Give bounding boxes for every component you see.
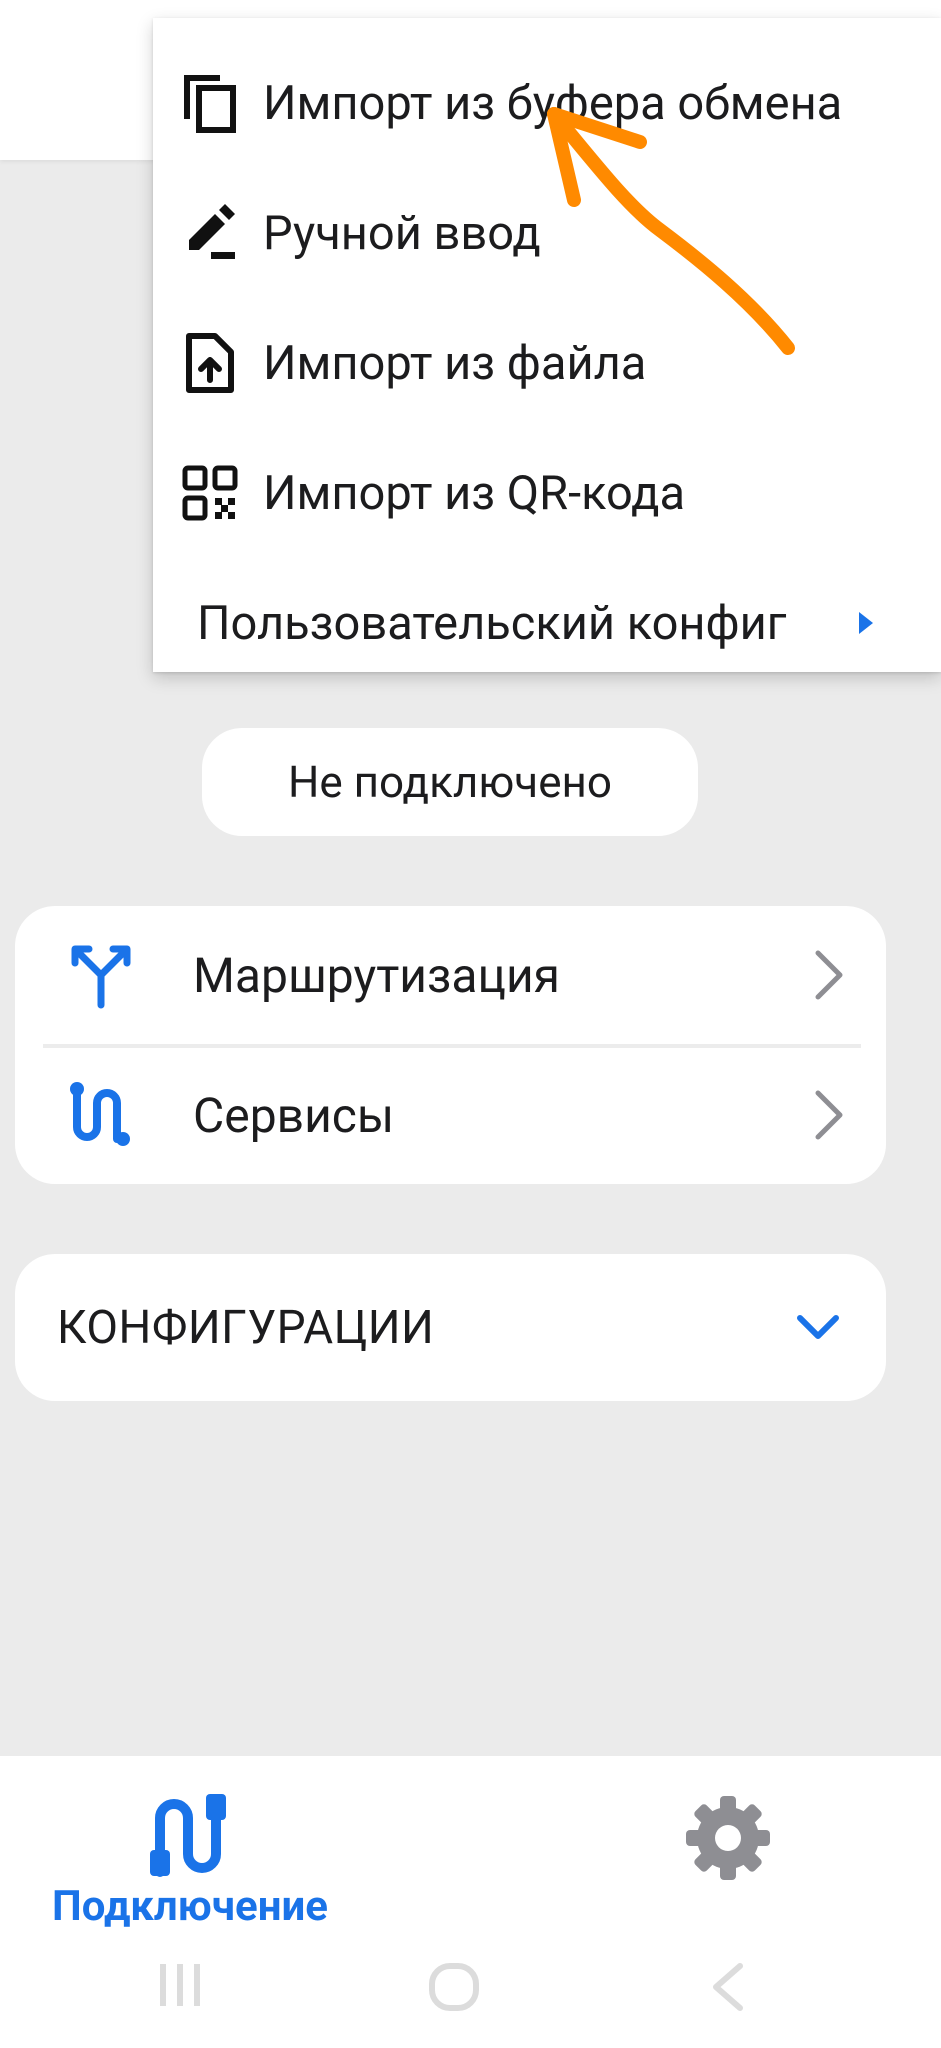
connection-status-badge: Не подключено [202, 728, 698, 836]
menu-item-import-file[interactable]: Импорт из файла [153, 298, 941, 428]
menu-item-import-clipboard[interactable]: Импорт из буфера обмена [153, 38, 941, 168]
navigation-card: Маршрутизация Сервисы [15, 906, 886, 1184]
connection-status-text: Не подключено [287, 756, 612, 808]
routing-icon [71, 945, 131, 1009]
menu-item-label: Импорт из файла [263, 335, 647, 391]
home-icon[interactable] [428, 1962, 480, 2012]
file-upload-icon [186, 333, 234, 393]
add-config-dropdown-menu: Импорт из буфера обмена Ручной ввод Импо… [153, 18, 941, 672]
recents-icon[interactable] [158, 1962, 202, 2008]
bottom-nav-connection-tab[interactable]: Подключение [40, 1780, 340, 1940]
configurations-title: КОНФИГУРАЦИИ [57, 1300, 435, 1355]
nav-item-routing[interactable]: Маршрутизация [15, 906, 886, 1044]
qr-code-icon [182, 465, 238, 521]
nav-item-label: Маршрутизация [193, 946, 560, 1004]
menu-item-custom-config[interactable]: Пользовательский конфиг [153, 558, 941, 688]
configurations-section-header[interactable]: КОНФИГУРАЦИИ [15, 1254, 886, 1401]
chevron-right-icon [815, 1090, 843, 1140]
chevron-right-icon [815, 950, 843, 1000]
back-icon[interactable] [710, 1962, 744, 2012]
services-icon [70, 1082, 130, 1146]
gear-icon[interactable] [684, 1794, 772, 1882]
menu-item-label: Пользовательский конфиг [197, 595, 787, 651]
menu-item-label: Импорт из буфера обмена [263, 75, 843, 131]
bottom-nav-connection-label: Подключение [52, 1882, 328, 1931]
menu-item-import-qr[interactable]: Импорт из QR-кода [153, 428, 941, 558]
submenu-arrow-icon [859, 612, 873, 634]
menu-item-label: Импорт из QR-кода [263, 465, 686, 521]
chevron-down-icon [797, 1314, 839, 1339]
nav-item-services[interactable]: Сервисы [15, 1046, 886, 1184]
menu-item-manual-input[interactable]: Ручной ввод [153, 168, 941, 298]
copy-icon [184, 75, 236, 133]
edit-pen-icon [189, 204, 235, 259]
menu-item-label: Ручной ввод [263, 205, 541, 261]
connection-icon [150, 1794, 226, 1877]
nav-item-label: Сервисы [193, 1086, 395, 1144]
